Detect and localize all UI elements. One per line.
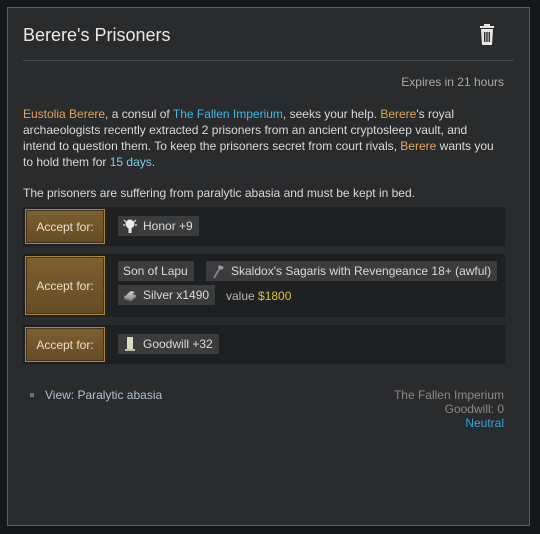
reward-honor: Honor +9 [118,216,199,236]
quest-window: Berere's Prisoners Expires in 21 hours E… [7,7,530,526]
value-amount: $1800 [258,289,292,303]
reward-label: Son of Lapu [123,264,188,278]
leader-short-name-2: Berere [400,139,437,153]
desc-text-5: . [151,155,156,169]
reward-value: value $1800 [226,289,291,303]
reward-label: Goodwill +32 [143,337,213,351]
accept-button-2[interactable]: Accept for: [25,256,105,315]
trash-icon[interactable] [478,24,496,46]
duration-days: 15 days [109,155,152,169]
leader-short-name: Berere [380,107,417,121]
bullet-icon [30,393,34,397]
faction-goodwill: Goodwill: 0 [444,402,504,416]
description-paragraph: Eustolia Berere, a consul of The Fallen … [23,106,503,170]
accept-button-3[interactable]: Accept for: [25,327,105,362]
faction-info-name: The Fallen Imperium [393,388,504,402]
reward-label: Silver x1490 [143,288,210,302]
quest-title: Berere's Prisoners [23,25,171,45]
condition-paragraph: The prisoners are suffering from paralyt… [23,186,415,200]
reward-silver: Silver x1490 [118,285,216,305]
reward-goodwill: Goodwill +32 [118,334,219,354]
value-label: value [226,289,255,303]
honor-icon [123,219,137,233]
expires-label: Expires in 21 hours [401,75,504,89]
quest-description: Eustolia Berere, a consul of The Fallen … [23,106,503,216]
accept-button-1[interactable]: Accept for: [25,209,105,244]
leader-name: Eustolia Berere [23,107,106,121]
faction-name: The Fallen Imperium [172,107,283,121]
goodwill-icon [125,337,135,351]
view-condition-link[interactable]: View: Paralytic abasia [45,388,162,402]
sagaris-icon [213,265,224,279]
reward-pawn: Son of Lapu [118,261,194,281]
reward-label: Skaldox's Sagaris with Revengeance 18+ (… [231,264,492,278]
desc-text-2: , seeks your help. [282,107,381,121]
reward-option-1: Accept for: Honor +9 [23,207,505,246]
reward-sagaris: Skaldox's Sagaris with Revengeance 18+ (… [206,261,498,281]
reward-label: Honor +9 [143,219,193,233]
reward-option-2: Accept for: Son of Lapu Skaldox's Sagari… [23,254,505,317]
faction-relation-status: Neutral [465,416,504,430]
desc-text-1: , a consul of [105,107,173,121]
title-divider [23,60,514,61]
silver-icon [124,291,136,301]
reward-option-3: Accept for: Goodwill +32 [23,325,505,364]
faction-info: The Fallen Imperium Goodwill: 0 Neutral [394,388,504,430]
